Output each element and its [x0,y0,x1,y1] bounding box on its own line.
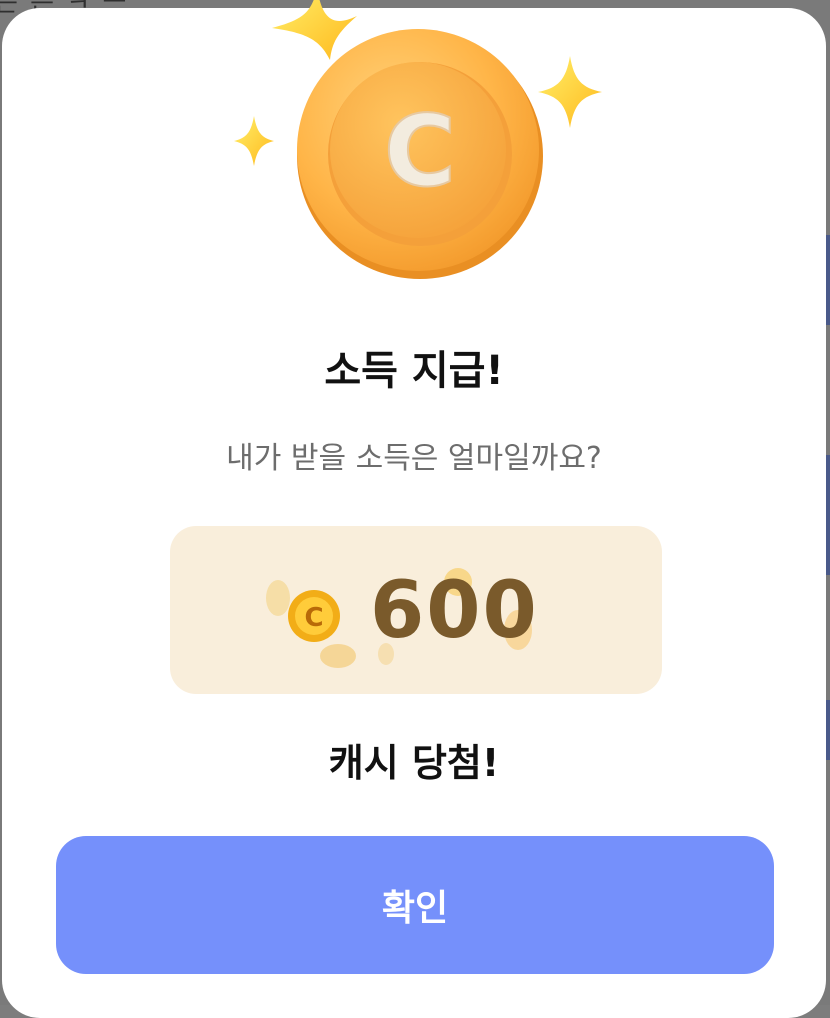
confirm-button[interactable]: 확인 [56,836,774,974]
reward-dialog: C 소득 지급! 내가 받을 소득은 얼마일까요? C 600 캐시 당첨! 확… [2,0,826,1018]
coin-icon: C [297,29,543,279]
dialog-subtitle: 내가 받을 소득은 얼마일까요? [226,441,602,476]
background-edge-mark [826,700,830,760]
reward-result-text: 캐시 당첨! [328,741,500,785]
coin-illustration: C [234,0,602,279]
svg-text:C: C [384,95,456,209]
reward-amount-value: 600 [370,566,539,656]
svg-text:C: C [304,603,323,633]
dialog-title: 소득 지급! [324,348,504,394]
sparkle-star-icon [272,0,357,60]
reward-amount-box: C 600 [170,526,662,694]
sparkle-star-icon [538,56,602,128]
sparkle-star-icon [234,116,274,166]
background-edge-mark [826,455,830,575]
